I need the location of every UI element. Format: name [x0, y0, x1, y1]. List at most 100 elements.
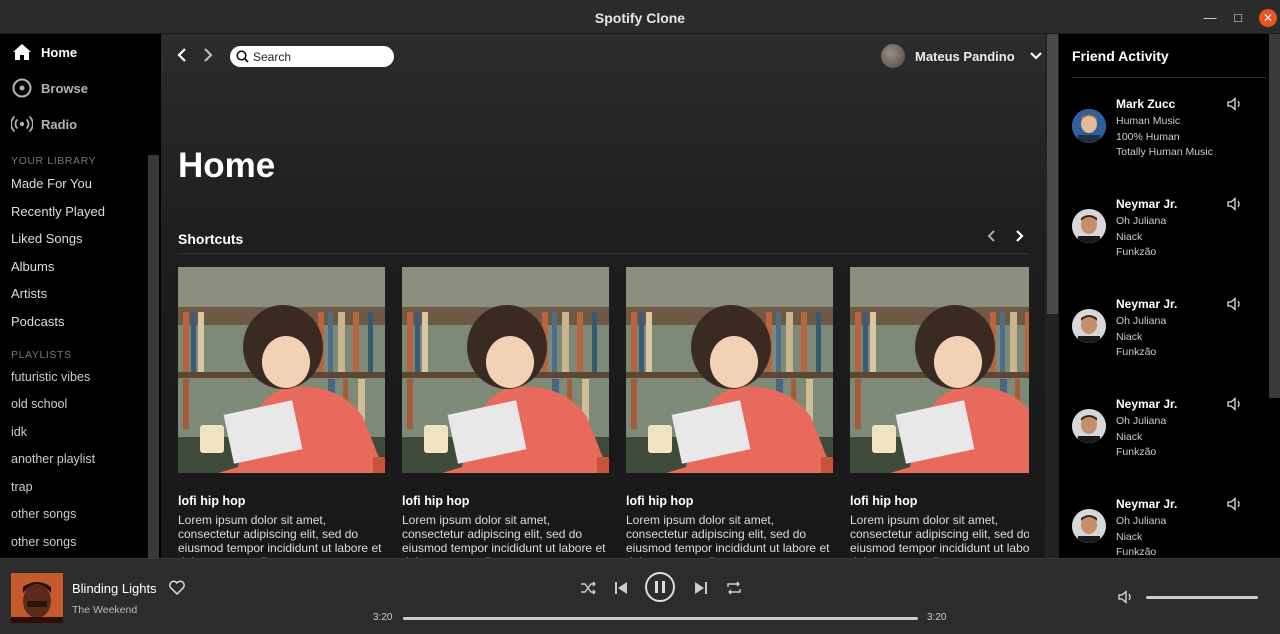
track-title[interactable]: Blinding Lights [72, 581, 157, 596]
repeat-icon[interactable] [725, 579, 743, 597]
main-scrollbar-thumb[interactable] [1047, 34, 1058, 314]
friend-artist: Niack [1116, 231, 1143, 243]
user-menu[interactable]: Mateus Pandino [881, 44, 1043, 68]
friend-album: Funkzão [1116, 246, 1157, 258]
friend-activity-divider [1072, 77, 1266, 78]
friend-activity-title: Friend Activity [1072, 48, 1169, 64]
shortcut-card[interactable]: lofi hip hop Lorem ipsum dolor sit amet,… [402, 267, 609, 558]
card-title: lofi hip hop [850, 494, 918, 508]
search-box[interactable] [230, 46, 394, 67]
search-icon [236, 50, 249, 63]
friend-name: Neymar Jr. [1116, 397, 1178, 411]
friend-name: Neymar Jr. [1116, 297, 1178, 311]
friend-item[interactable]: Neymar Jr. Oh Juliana Niack Funkzão [1072, 497, 1268, 558]
library-item-made-for-you[interactable]: Made For You [11, 176, 92, 191]
progress-bar[interactable] [403, 617, 918, 620]
card-title: lofi hip hop [626, 494, 694, 508]
avatar [881, 44, 905, 68]
previous-icon[interactable] [612, 579, 630, 597]
section-divider [178, 253, 1028, 254]
carousel-prev-button[interactable] [981, 228, 1003, 248]
friend-artist: 100% Human [1116, 131, 1180, 143]
card-description: Lorem ipsum dolor sit amet, consectetur … [178, 513, 382, 558]
library-item-liked-songs[interactable]: Liked Songs [11, 231, 83, 246]
playlist-item[interactable]: another playlist [11, 452, 95, 466]
chevron-left-icon [987, 230, 995, 242]
library-heading: YOUR LIBRARY [11, 155, 97, 167]
friend-song: Oh Juliana [1116, 515, 1167, 527]
elapsed-time: 3:20 [373, 612, 393, 623]
playlists-heading: PLAYLISTS [11, 349, 72, 361]
library-item-podcasts[interactable]: Podcasts [11, 314, 64, 329]
close-button[interactable]: ✕ [1259, 9, 1277, 27]
library-item-artists[interactable]: Artists [11, 286, 47, 301]
minimize-button[interactable]: — [1201, 9, 1219, 27]
section-title: Shortcuts [178, 231, 244, 247]
friend-item[interactable]: Mark Zucc Human Music 100% Human Totally… [1072, 97, 1268, 177]
shortcut-card[interactable]: lofi hip hop Lorem ipsum dolor sit amet,… [178, 267, 385, 558]
window-titlebar: Spotify Clone — □ ✕ [0, 0, 1280, 34]
library-item-recently-played[interactable]: Recently Played [11, 204, 105, 219]
friend-song: Human Music [1116, 115, 1181, 127]
pause-button[interactable] [645, 572, 675, 602]
chevron-right-icon [204, 48, 213, 62]
playlist-item[interactable]: futuristic vibes [11, 370, 90, 384]
card-description: Lorem ipsum dolor sit amet, consectetur … [402, 513, 606, 558]
shortcut-card[interactable]: lofi hip hop Lorem ipsum dolor sit amet,… [626, 267, 833, 558]
chevron-right-icon [1015, 230, 1024, 242]
next-icon[interactable] [692, 579, 710, 597]
heart-icon[interactable] [168, 579, 186, 597]
speaker-icon [1227, 397, 1240, 411]
browse-icon [11, 77, 33, 99]
friend-album: Totally Human Music [1116, 146, 1213, 158]
shortcut-card[interactable]: lofi hip hop Lorem ipsum dolor sit amet,… [850, 267, 1029, 558]
speaker-icon [1227, 497, 1240, 511]
track-artist[interactable]: The Weekend [72, 604, 137, 616]
playlist-item[interactable]: idk [11, 425, 27, 439]
card-artwork [626, 267, 833, 473]
nav-item-browse[interactable]: Browse [11, 76, 88, 100]
playlist-item[interactable]: other songs [11, 507, 76, 521]
friend-item[interactable]: Neymar Jr. Oh Juliana Niack Funkzão [1072, 197, 1268, 277]
friend-activity-panel: Friend Activity Mark Zucc Human Music 10… [1059, 34, 1280, 558]
playlist-item[interactable]: old school [11, 397, 67, 411]
sidebar-scrollbar[interactable] [148, 155, 159, 558]
nav-item-home[interactable]: Home [11, 40, 77, 64]
card-description: Lorem ipsum dolor sit amet, consectetur … [850, 513, 1029, 558]
avatar [1072, 409, 1106, 443]
avatar [1072, 309, 1106, 343]
card-artwork [178, 267, 385, 473]
carousel-next-button[interactable] [1008, 228, 1030, 248]
playlist-item[interactable]: other songs [11, 535, 76, 549]
maximize-button[interactable]: □ [1229, 9, 1247, 27]
friend-activity-scrollbar[interactable] [1269, 34, 1280, 398]
main-content: Mateus Pandino Home Shortcuts [161, 34, 1045, 558]
card-title: lofi hip hop [402, 494, 470, 508]
forward-button[interactable] [201, 46, 217, 64]
friend-name: Neymar Jr. [1116, 197, 1178, 211]
total-time: 3:20 [927, 612, 947, 623]
search-input[interactable] [253, 49, 383, 64]
page-title: Home [178, 146, 276, 185]
user-name: Mateus Pandino [915, 48, 1015, 64]
nav-item-label: Browse [41, 80, 88, 96]
speaker-icon [1227, 297, 1240, 311]
nav-item-label: Home [41, 44, 78, 60]
friend-item[interactable]: Neymar Jr. Oh Juliana Niack Funkzão [1072, 397, 1268, 477]
friend-item[interactable]: Neymar Jr. Oh Juliana Niack Funkzão [1072, 297, 1268, 377]
shuffle-icon[interactable] [579, 579, 597, 597]
card-artwork [850, 267, 1029, 473]
library-item-albums[interactable]: Albums [11, 259, 54, 274]
player-bar: Blinding Lights The Weekend 3:20 3:20 [0, 558, 1280, 634]
back-button[interactable] [175, 46, 191, 64]
playlist-item[interactable]: trap [11, 480, 33, 494]
volume-slider[interactable] [1146, 596, 1258, 599]
nav-item-radio[interactable]: Radio [11, 112, 77, 136]
volume-icon[interactable] [1118, 590, 1134, 604]
nav-item-label: Radio [41, 116, 78, 132]
radio-icon [11, 113, 33, 135]
chevron-left-icon [177, 48, 186, 62]
friend-name: Neymar Jr. [1116, 497, 1178, 511]
friend-album: Funkzão [1116, 446, 1157, 458]
friend-song: Oh Juliana [1116, 415, 1167, 427]
